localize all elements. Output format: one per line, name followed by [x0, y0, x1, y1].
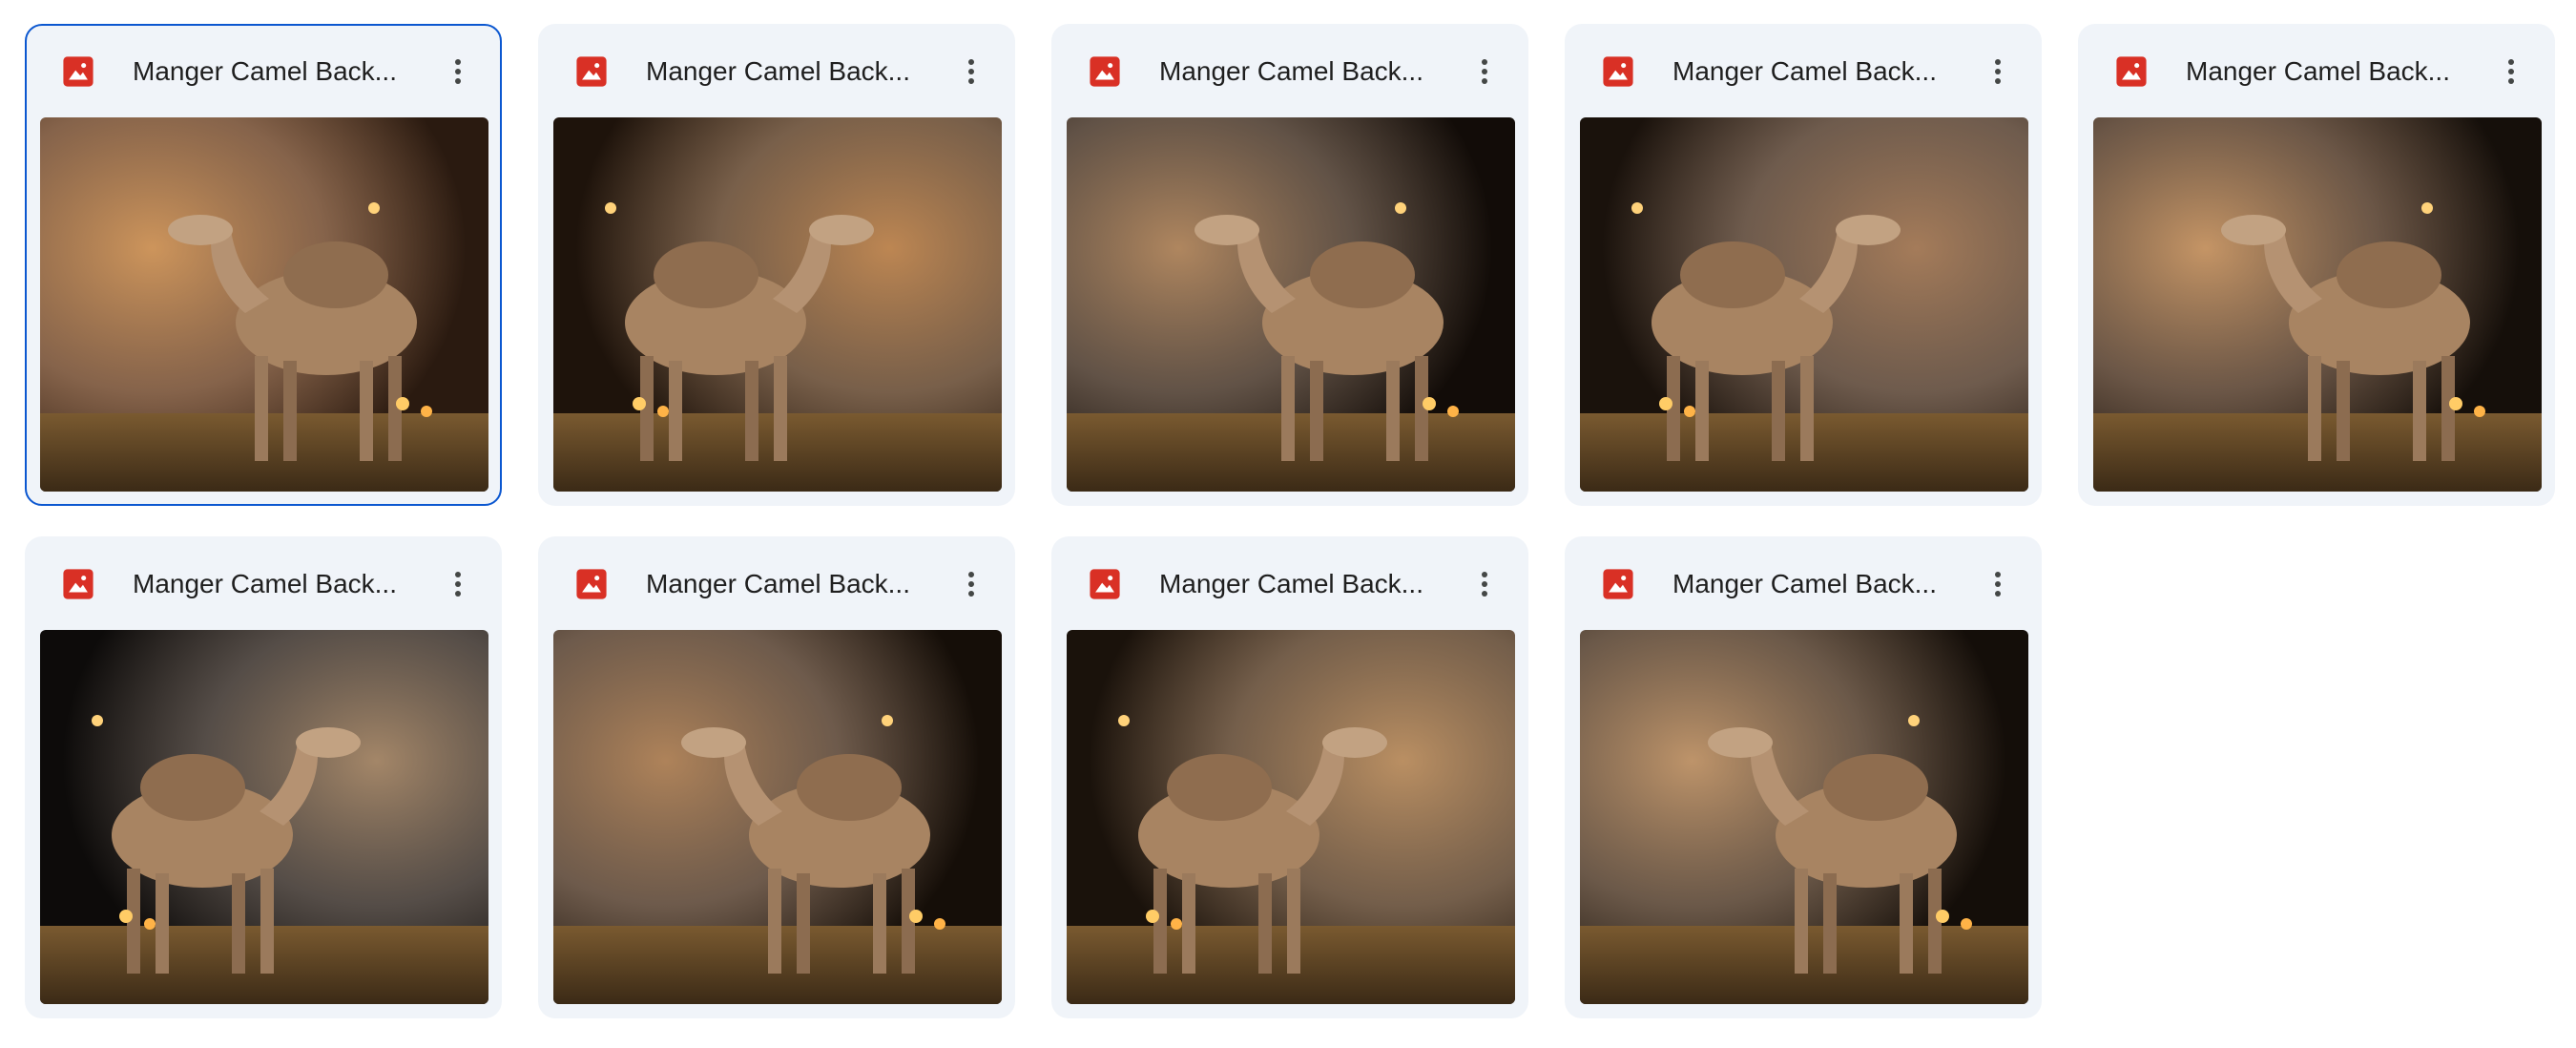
- more-actions-button[interactable]: [950, 51, 992, 93]
- more-vert-icon: [1995, 59, 2001, 84]
- more-vert-icon: [1482, 59, 1487, 84]
- more-actions-button[interactable]: [2490, 51, 2532, 93]
- image-file-icon: [1089, 55, 1121, 88]
- file-title: Manger Camel Back...: [133, 56, 397, 86]
- file-card-3[interactable]: Manger Camel Back...: [1051, 24, 1528, 506]
- file-card-header: Manger Camel Back...: [1053, 538, 1527, 630]
- file-thumbnail-4[interactable]: [1580, 117, 2028, 492]
- more-actions-button[interactable]: [950, 563, 992, 605]
- more-vert-icon: [968, 59, 974, 84]
- file-title: Manger Camel Back...: [2186, 56, 2450, 86]
- file-title: Manger Camel Back...: [1672, 56, 1937, 86]
- file-card-5[interactable]: Manger Camel Back...: [2078, 24, 2555, 506]
- image-file-icon: [1602, 568, 1634, 600]
- file-thumbnail-6[interactable]: [40, 630, 488, 1004]
- file-card-7[interactable]: Manger Camel Back...: [538, 536, 1015, 1018]
- more-vert-icon: [2508, 59, 2514, 84]
- image-file-icon: [575, 568, 608, 600]
- more-vert-icon: [455, 59, 461, 84]
- file-thumbnail-9[interactable]: [1580, 630, 2028, 1004]
- file-card-header: Manger Camel Back...: [540, 538, 1013, 630]
- file-card-4[interactable]: Manger Camel Back...: [1565, 24, 2042, 506]
- file-title: Manger Camel Back...: [1672, 569, 1937, 598]
- more-actions-button[interactable]: [1464, 51, 1506, 93]
- file-card-header: Manger Camel Back...: [1567, 26, 2040, 117]
- file-card-header: Manger Camel Back...: [2080, 26, 2553, 117]
- file-card-8[interactable]: Manger Camel Back...: [1051, 536, 1528, 1018]
- file-card-header: Manger Camel Back...: [27, 26, 500, 117]
- more-actions-button[interactable]: [437, 563, 479, 605]
- file-thumbnail-8[interactable]: [1067, 630, 1515, 1004]
- file-title: Manger Camel Back...: [646, 56, 910, 86]
- image-file-icon: [62, 568, 94, 600]
- image-file-icon: [2115, 55, 2148, 88]
- file-card-header: Manger Camel Back...: [27, 538, 500, 630]
- file-title: Manger Camel Back...: [1159, 56, 1423, 86]
- file-card-1[interactable]: Manger Camel Back...: [25, 24, 502, 506]
- file-card-header: Manger Camel Back...: [1053, 26, 1527, 117]
- more-actions-button[interactable]: [1977, 563, 2019, 605]
- more-actions-button[interactable]: [1977, 51, 2019, 93]
- file-thumbnail-2[interactable]: [553, 117, 1002, 492]
- image-file-icon: [1089, 568, 1121, 600]
- file-grid: Manger Camel Back... Manger Camel Back..…: [25, 24, 2563, 1018]
- more-vert-icon: [1482, 572, 1487, 597]
- more-vert-icon: [1995, 572, 2001, 597]
- file-title: Manger Camel Back...: [1159, 569, 1423, 598]
- file-card-9[interactable]: Manger Camel Back...: [1565, 536, 2042, 1018]
- more-vert-icon: [968, 572, 974, 597]
- file-card-6[interactable]: Manger Camel Back...: [25, 536, 502, 1018]
- file-thumbnail-5[interactable]: [2093, 117, 2542, 492]
- file-thumbnail-1[interactable]: [40, 117, 488, 492]
- image-file-icon: [575, 55, 608, 88]
- file-card-header: Manger Camel Back...: [540, 26, 1013, 117]
- image-file-icon: [1602, 55, 1634, 88]
- more-vert-icon: [455, 572, 461, 597]
- more-actions-button[interactable]: [437, 51, 479, 93]
- file-card-2[interactable]: Manger Camel Back...: [538, 24, 1015, 506]
- more-actions-button[interactable]: [1464, 563, 1506, 605]
- file-title: Manger Camel Back...: [646, 569, 910, 598]
- file-thumbnail-3[interactable]: [1067, 117, 1515, 492]
- file-title: Manger Camel Back...: [133, 569, 397, 598]
- image-file-icon: [62, 55, 94, 88]
- file-thumbnail-7[interactable]: [553, 630, 1002, 1004]
- file-card-header: Manger Camel Back...: [1567, 538, 2040, 630]
